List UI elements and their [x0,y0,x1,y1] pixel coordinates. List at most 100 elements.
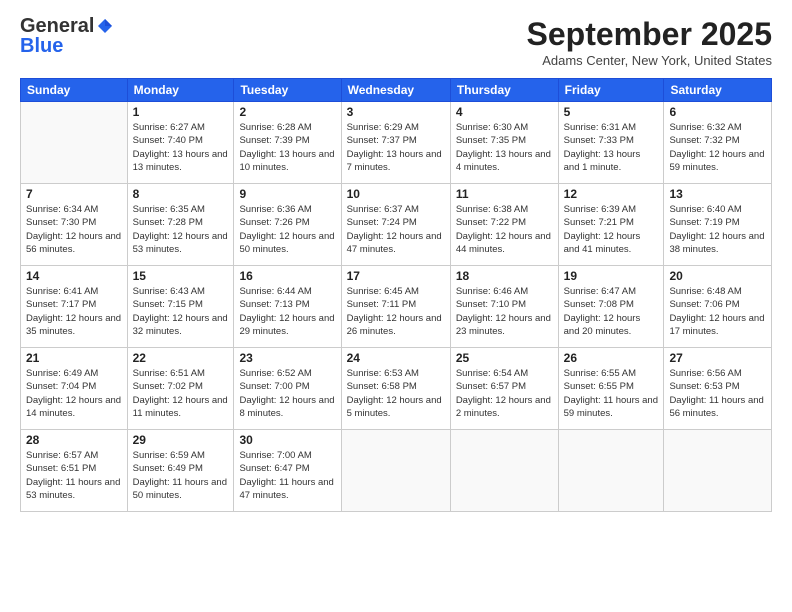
calendar-cell-w1-d4: 3Sunrise: 6:29 AMSunset: 7:37 PMDaylight… [341,102,450,184]
week-row-1: 1 Sunrise: 6:27 AMSunset: 7:40 PMDaylight… [21,102,772,184]
week-row-3: 14 Sunrise: 6:41 AMSunset: 7:17 PMDayligh… [21,266,772,348]
sun-info: Sunrise: 6:43 AMSunset: 7:15 PMDaylight:… [133,285,229,338]
calendar-cell-w1-d1 [21,102,128,184]
sun-info: Sunrise: 7:00 AMSunset: 6:47 PMDaylight:… [239,449,335,502]
calendar-cell-w5-d1: 28Sunrise: 6:57 AMSunset: 6:51 PMDayligh… [21,430,128,512]
sun-info: Sunrise: 6:32 AMSunset: 7:32 PMDaylight:… [669,121,766,174]
day-number: 19 [564,269,659,283]
header-saturday: Saturday [664,79,772,102]
calendar-cell-w1-d5: 4 Sunrise: 6:30 AMSunset: 7:35 PMDaylight… [450,102,558,184]
day-number: 5 [564,105,659,119]
sun-info: Sunrise: 6:31 AMSunset: 7:33 PMDaylight:… [564,121,659,174]
logo-blue-text: Blue [20,36,63,56]
sun-info: Sunrise: 6:45 AMSunset: 7:11 PMDaylight:… [347,285,445,338]
sun-info: Sunrise: 6:34 AMSunset: 7:30 PMDaylight:… [26,203,122,256]
day-number: 20 [669,269,766,283]
calendar-cell-w3-d6: 19Sunrise: 6:47 AMSunset: 7:08 PMDayligh… [558,266,664,348]
day-number: 27 [669,351,766,365]
calendar-cell-w5-d7 [664,430,772,512]
calendar-cell-w3-d2: 15 Sunrise: 6:43 AMSunset: 7:15 PMDayligh… [127,266,234,348]
week-row-4: 21 Sunrise: 6:49 AMSunset: 7:04 PMDayligh… [21,348,772,430]
sun-info: Sunrise: 6:46 AMSunset: 7:10 PMDaylight:… [456,285,553,338]
day-number: 2 [239,105,335,119]
calendar-cell-w1-d3: 2 Sunrise: 6:28 AMSunset: 7:39 PMDaylight… [234,102,341,184]
day-number: 24 [347,351,445,365]
sun-info: Sunrise: 6:59 AMSunset: 6:49 PMDaylight:… [133,449,229,502]
calendar-cell-w2-d7: 13Sunrise: 6:40 AMSunset: 7:19 PMDayligh… [664,184,772,266]
header-tuesday: Tuesday [234,79,341,102]
week-row-2: 7 Sunrise: 6:34 AMSunset: 7:30 PMDaylight… [21,184,772,266]
calendar-cell-w2-d1: 7 Sunrise: 6:34 AMSunset: 7:30 PMDaylight… [21,184,128,266]
calendar-cell-w3-d3: 16 Sunrise: 6:44 AMSunset: 7:13 PMDayligh… [234,266,341,348]
calendar-cell-w5-d6 [558,430,664,512]
day-number: 9 [239,187,335,201]
sun-info: Sunrise: 6:30 AMSunset: 7:35 PMDaylight:… [456,121,553,174]
day-number: 26 [564,351,659,365]
day-number: 25 [456,351,553,365]
calendar-cell-w4-d6: 26 Sunrise: 6:55 AMSunset: 6:55 PMDayligh… [558,348,664,430]
calendar-cell-w5-d2: 29 Sunrise: 6:59 AMSunset: 6:49 PMDayligh… [127,430,234,512]
sun-info: Sunrise: 6:53 AMSunset: 6:58 PMDaylight:… [347,367,445,420]
sun-info: Sunrise: 6:41 AMSunset: 7:17 PMDaylight:… [26,285,122,338]
header-thursday: Thursday [450,79,558,102]
calendar-cell-w5-d3: 30Sunrise: 7:00 AMSunset: 6:47 PMDayligh… [234,430,341,512]
calendar-cell-w4-d7: 27 Sunrise: 6:56 AMSunset: 6:53 PMDayligh… [664,348,772,430]
header-monday: Monday [127,79,234,102]
logo-icon [96,17,114,35]
calendar-header-row: Sunday Monday Tuesday Wednesday Thursday… [21,79,772,102]
sun-info: Sunrise: 6:44 AMSunset: 7:13 PMDaylight:… [239,285,335,338]
logo-general-text: General [20,16,94,36]
sun-info: Sunrise: 6:52 AMSunset: 7:00 PMDaylight:… [239,367,335,420]
sun-info: Sunrise: 6:29 AMSunset: 7:37 PMDaylight:… [347,121,445,174]
sun-info: Sunrise: 6:49 AMSunset: 7:04 PMDaylight:… [26,367,122,420]
day-number: 7 [26,187,122,201]
calendar-cell-w3-d5: 18 Sunrise: 6:46 AMSunset: 7:10 PMDayligh… [450,266,558,348]
calendar-cell-w2-d4: 10 Sunrise: 6:37 AMSunset: 7:24 PMDayligh… [341,184,450,266]
day-number: 11 [456,187,553,201]
calendar-cell-w1-d7: 6Sunrise: 6:32 AMSunset: 7:32 PMDaylight… [664,102,772,184]
calendar-cell-w5-d4 [341,430,450,512]
calendar: Sunday Monday Tuesday Wednesday Thursday… [20,78,772,512]
page: General Blue September 2025 Adams Center… [0,0,792,612]
day-number: 21 [26,351,122,365]
day-number: 22 [133,351,229,365]
day-number: 29 [133,433,229,447]
day-number: 12 [564,187,659,201]
calendar-cell-w3-d4: 17 Sunrise: 6:45 AMSunset: 7:11 PMDayligh… [341,266,450,348]
header-wednesday: Wednesday [341,79,450,102]
calendar-cell-w2-d5: 11Sunrise: 6:38 AMSunset: 7:22 PMDayligh… [450,184,558,266]
sun-info: Sunrise: 6:40 AMSunset: 7:19 PMDaylight:… [669,203,766,256]
sun-info: Sunrise: 6:54 AMSunset: 6:57 PMDaylight:… [456,367,553,420]
calendar-cell-w2-d2: 8 Sunrise: 6:35 AMSunset: 7:28 PMDaylight… [127,184,234,266]
sun-info: Sunrise: 6:55 AMSunset: 6:55 PMDaylight:… [564,367,659,420]
sun-info: Sunrise: 6:57 AMSunset: 6:51 PMDaylight:… [26,449,122,502]
calendar-cell-w4-d5: 25 Sunrise: 6:54 AMSunset: 6:57 PMDayligh… [450,348,558,430]
day-number: 14 [26,269,122,283]
calendar-cell-w3-d7: 20Sunrise: 6:48 AMSunset: 7:06 PMDayligh… [664,266,772,348]
calendar-cell-w5-d5 [450,430,558,512]
calendar-cell-w2-d3: 9Sunrise: 6:36 AMSunset: 7:26 PMDaylight… [234,184,341,266]
day-number: 17 [347,269,445,283]
day-number: 4 [456,105,553,119]
calendar-cell-w1-d2: 1 Sunrise: 6:27 AMSunset: 7:40 PMDaylight… [127,102,234,184]
day-number: 10 [347,187,445,201]
day-number: 15 [133,269,229,283]
sun-info: Sunrise: 6:51 AMSunset: 7:02 PMDaylight:… [133,367,229,420]
calendar-cell-w3-d1: 14 Sunrise: 6:41 AMSunset: 7:17 PMDayligh… [21,266,128,348]
header: General Blue September 2025 Adams Center… [20,16,772,68]
calendar-cell-w4-d3: 23Sunrise: 6:52 AMSunset: 7:00 PMDayligh… [234,348,341,430]
sun-info: Sunrise: 6:39 AMSunset: 7:21 PMDaylight:… [564,203,659,256]
day-number: 18 [456,269,553,283]
title-block: September 2025 Adams Center, New York, U… [527,16,772,68]
sun-info: Sunrise: 6:27 AMSunset: 7:40 PMDaylight:… [133,121,229,174]
day-number: 8 [133,187,229,201]
sun-info: Sunrise: 6:37 AMSunset: 7:24 PMDaylight:… [347,203,445,256]
day-number: 16 [239,269,335,283]
day-number: 1 [133,105,229,119]
week-row-5: 28Sunrise: 6:57 AMSunset: 6:51 PMDayligh… [21,430,772,512]
location: Adams Center, New York, United States [527,53,772,68]
logo: General Blue [20,16,114,56]
sun-info: Sunrise: 6:35 AMSunset: 7:28 PMDaylight:… [133,203,229,256]
sun-info: Sunrise: 6:56 AMSunset: 6:53 PMDaylight:… [669,367,766,420]
sun-info: Sunrise: 6:28 AMSunset: 7:39 PMDaylight:… [239,121,335,174]
